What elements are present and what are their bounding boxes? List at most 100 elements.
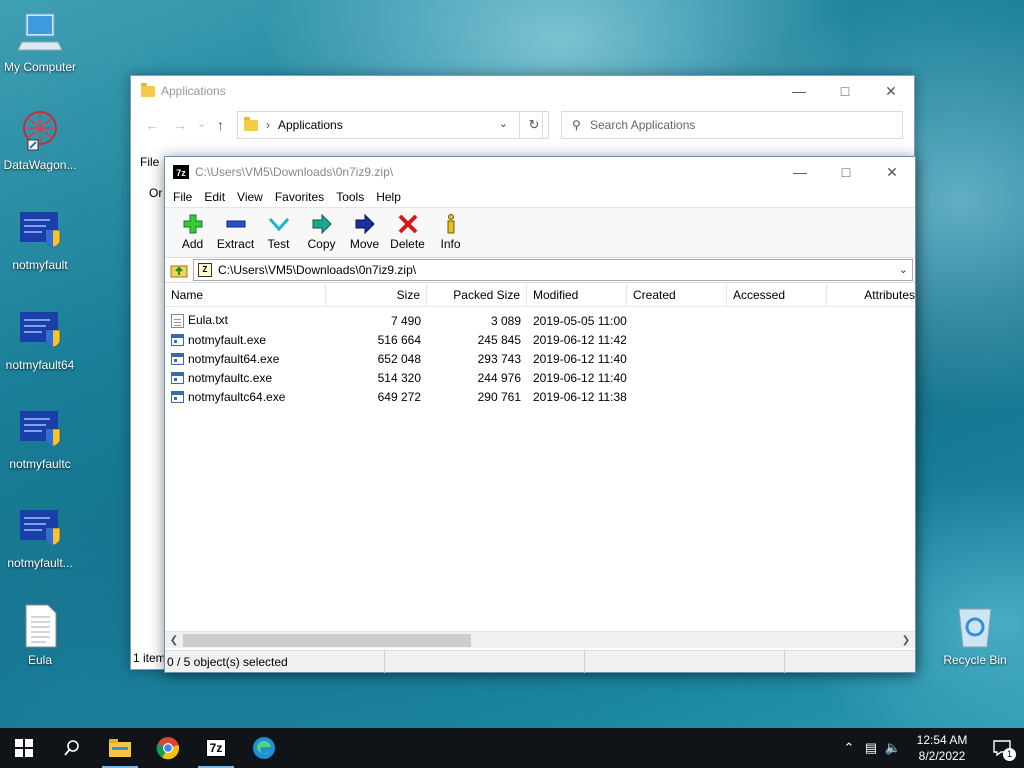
horizontal-scrollbar[interactable]: ❮ ❯ — [165, 631, 915, 648]
start-button[interactable] — [0, 728, 48, 768]
sevenzip-taskbar-icon: 7z — [205, 739, 227, 757]
taskbar-chrome[interactable] — [144, 728, 192, 768]
network-icon[interactable]: ▤ — [860, 740, 882, 756]
sevenzip-path-row: Z C:\Users\VM5\Downloads\0n7iz9.zip\ ⌄ — [165, 257, 915, 283]
edge-icon — [253, 737, 275, 759]
column-header-size[interactable]: Size — [326, 283, 427, 307]
column-headers: Name Size Packed Size Modified Created A… — [165, 283, 915, 307]
file-list[interactable]: Name Size Packed Size Modified Created A… — [165, 283, 915, 631]
column-header-accessed[interactable]: Accessed — [727, 283, 827, 307]
sevenzip-toolbar: Add Extract Test Copy Move Delete Info — [165, 207, 915, 257]
sevenzip-window-controls: — □ ✕ — [777, 157, 915, 187]
zip-archive-icon: Z — [198, 263, 212, 277]
desktop: My Computer DataWagon... notmyfault notm… — [0, 0, 1024, 728]
scroll-right-icon[interactable]: ❯ — [897, 635, 915, 646]
exe-file-icon — [171, 353, 184, 366]
desktop-icon-notmyfault64[interactable]: notmyfault64 — [0, 308, 80, 372]
close-icon[interactable]: ✕ — [869, 157, 915, 187]
desktop-icon-datawagon[interactable]: DataWagon... — [0, 108, 80, 172]
explorer-organize-label[interactable]: Or — [149, 186, 162, 200]
clock[interactable]: 12:54 AM 8/2/2022 — [904, 732, 980, 764]
add-button[interactable]: Add — [171, 208, 214, 251]
clock-date: 8/2/2022 — [918, 749, 966, 763]
explorer-address-text: Applications — [278, 118, 343, 132]
scrollbar-track[interactable] — [183, 633, 897, 647]
maximize-icon[interactable]: □ — [822, 76, 868, 106]
sevenzip-logo-icon: 7z — [173, 165, 189, 179]
minimize-icon[interactable]: — — [776, 76, 822, 106]
table-row[interactable]: notmyfault.exe 516 664 245 845 2019-06-1… — [165, 330, 915, 349]
menu-favorites[interactable]: Favorites — [269, 190, 330, 204]
datawagon-icon — [16, 108, 64, 154]
scroll-left-icon[interactable]: ❮ — [165, 635, 183, 646]
checkmark-icon — [267, 213, 291, 235]
chevron-down-icon[interactable]: ⌄ — [899, 263, 908, 276]
explorer-address-row: ← → ⌄ ↑ › Applications ⌄ ↻ ⚲ Search Appl… — [131, 111, 914, 141]
delete-button[interactable]: Delete — [386, 208, 429, 251]
forward-arrow-icon[interactable]: → — [173, 117, 187, 133]
up-arrow-icon[interactable]: ↑ — [217, 117, 224, 133]
notification-center-button[interactable]: 1 — [980, 728, 1024, 768]
folder-up-button[interactable] — [165, 258, 193, 282]
refresh-icon[interactable]: ↻ — [519, 111, 549, 139]
column-header-name[interactable]: Name — [165, 283, 326, 307]
desktop-icon-eula[interactable]: Eula — [0, 603, 80, 667]
explorer-search-input[interactable]: ⚲ Search Applications — [561, 111, 903, 139]
taskbar-file-explorer[interactable] — [96, 728, 144, 768]
chevron-down-icon[interactable]: ⌄ — [197, 117, 206, 130]
table-row[interactable]: notmyfault64.exe 652 048 293 743 2019-06… — [165, 349, 915, 368]
sevenzip-window[interactable]: 7z C:\Users\VM5\Downloads\0n7iz9.zip\ — … — [164, 156, 916, 673]
info-button[interactable]: Info — [429, 208, 472, 251]
taskbar-edge[interactable] — [240, 728, 288, 768]
minimize-icon[interactable]: — — [777, 157, 823, 187]
explorer-title: Applications — [161, 84, 226, 98]
column-header-modified[interactable]: Modified — [527, 283, 627, 307]
explorer-status: 1 item — [133, 651, 166, 665]
copy-arrow-icon — [310, 213, 334, 235]
extract-button[interactable]: Extract — [214, 208, 257, 251]
maximize-icon[interactable]: □ — [823, 157, 869, 187]
column-header-created[interactable]: Created — [627, 283, 727, 307]
chevron-up-icon[interactable]: ⌃ — [838, 740, 860, 756]
desktop-icon-notmyfault[interactable]: notmyfault — [0, 208, 80, 272]
menu-tools[interactable]: Tools — [330, 190, 370, 204]
scrollbar-thumb[interactable] — [183, 633, 471, 647]
search-icon — [64, 740, 79, 756]
move-button[interactable]: Move — [343, 208, 386, 251]
table-row[interactable]: Eula.txt 7 490 3 089 2019-05-05 11:00 — [165, 311, 915, 330]
table-row[interactable]: notmyfaultc64.exe 649 272 290 761 2019-0… — [165, 387, 915, 406]
back-arrow-icon[interactable]: ← — [145, 117, 159, 133]
close-icon[interactable]: ✕ — [868, 76, 914, 106]
delete-x-icon — [396, 213, 420, 235]
column-header-packed-size[interactable]: Packed Size — [427, 283, 527, 307]
explorer-address-bar[interactable]: › Applications ⌄ — [237, 111, 543, 139]
test-button[interactable]: Test — [257, 208, 300, 251]
column-header-attributes[interactable]: Attributes — [827, 283, 915, 307]
explorer-menu-file[interactable]: File — [140, 155, 159, 169]
sevenzip-path-input[interactable]: Z C:\Users\VM5\Downloads\0n7iz9.zip\ ⌄ — [193, 259, 913, 281]
minus-icon — [224, 213, 248, 235]
desktop-icon-my-computer[interactable]: My Computer — [0, 10, 80, 74]
desktop-icon-recycle-bin[interactable]: Recycle Bin — [935, 603, 1015, 667]
menu-help[interactable]: Help — [370, 190, 407, 204]
explorer-search-placeholder: Search Applications — [590, 118, 696, 132]
exe-shield-icon — [16, 308, 64, 354]
taskbar: 7z ⌃ ▤ 🔈 12:54 AM 8/2/2022 1 — [0, 728, 1024, 768]
table-row[interactable]: notmyfaultc.exe 514 320 244 976 2019-06-… — [165, 368, 915, 387]
chevron-right-icon: › — [266, 118, 270, 132]
desktop-icon-notmyfaultc[interactable]: notmyfaultc — [0, 407, 80, 471]
desktop-icon-notmyfaultc64[interactable]: notmyfault... — [0, 506, 80, 570]
taskbar-sevenzip[interactable]: 7z — [192, 728, 240, 768]
windows-logo-icon — [15, 739, 33, 757]
copy-button[interactable]: Copy — [300, 208, 343, 251]
computer-icon — [16, 10, 64, 56]
search-button[interactable] — [48, 728, 96, 768]
volume-icon[interactable]: 🔈 — [882, 740, 904, 756]
exe-file-icon — [171, 372, 184, 385]
menu-edit[interactable]: Edit — [198, 190, 231, 204]
chevron-down-icon[interactable]: ⌄ — [499, 117, 508, 130]
menu-file[interactable]: File — [167, 190, 198, 204]
exe-shield-icon — [16, 506, 64, 552]
menu-view[interactable]: View — [231, 190, 269, 204]
notification-count-badge: 1 — [1003, 748, 1016, 761]
